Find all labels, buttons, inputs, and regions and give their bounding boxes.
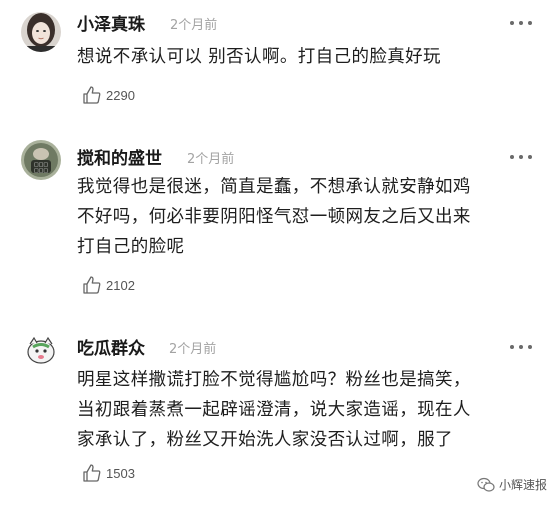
thumbs-up-icon	[83, 276, 101, 294]
timestamp: 2个月前	[187, 152, 235, 167]
more-dots-icon[interactable]	[510, 154, 532, 160]
comment-line: 明星这样撒谎打脸不觉得尴尬吗？粉丝也是搞笑，	[77, 370, 471, 390]
avatar[interactable]: □□□ □□□	[21, 140, 61, 180]
like-count: 2102	[106, 277, 135, 293]
comment-text: 明星这样撒谎打脸不觉得尴尬吗？粉丝也是搞笑， 当初跟着蒸煮一起辟谣澄清，说大家造…	[77, 365, 537, 455]
like-count: 2290	[106, 87, 135, 103]
more-dots-icon[interactable]	[510, 20, 532, 26]
wechat-icon	[477, 477, 495, 492]
like-button[interactable]: 1503	[82, 463, 135, 483]
comment-text: 想说不承认可以 别否认啊。打自己的脸真好玩	[77, 42, 537, 72]
avatar[interactable]	[21, 330, 61, 370]
username[interactable]: 小泽真珠	[77, 10, 145, 35]
comment-line: 当初跟着蒸煮一起辟谣澄清，说大家造谣，现在人	[77, 400, 471, 420]
like-count: 1503	[106, 465, 135, 481]
thumbs-up-icon	[83, 464, 101, 482]
watermark: 小辉速报	[477, 476, 547, 493]
username[interactable]: 搅和的盛世	[77, 144, 162, 169]
timestamp: 2个月前	[169, 342, 217, 357]
svg-text:□□□: □□□	[34, 168, 48, 174]
comment-line: 家承认了，粉丝又开始洗人家没否认过啊，服了	[77, 430, 453, 450]
comment-line: 想说不承认可以 别否认啊。打自己的脸真好玩	[77, 47, 441, 67]
comment-line: 打自己的脸呢	[77, 237, 185, 257]
comment-text: 我觉得也是很迷，简直是蠢，不想承认就安静如鸡 不好吗，何必非要阴阳怪气怼一顿网友…	[77, 172, 537, 262]
comment-line: 我觉得也是很迷，简直是蠢，不想承认就安静如鸡	[77, 177, 471, 197]
timestamp: 2个月前	[170, 18, 218, 33]
more-dots-icon[interactable]	[510, 344, 532, 350]
watermark-text: 小辉速报	[498, 478, 547, 492]
comment-line: 不好吗，何必非要阴阳怪气怼一顿网友之后又出来	[77, 207, 471, 227]
thumbs-up-icon	[83, 86, 101, 104]
like-button[interactable]: 2102	[82, 275, 135, 295]
username[interactable]: 吃瓜群众	[77, 334, 145, 359]
avatar[interactable]	[21, 12, 61, 52]
like-button[interactable]: 2290	[82, 85, 135, 105]
